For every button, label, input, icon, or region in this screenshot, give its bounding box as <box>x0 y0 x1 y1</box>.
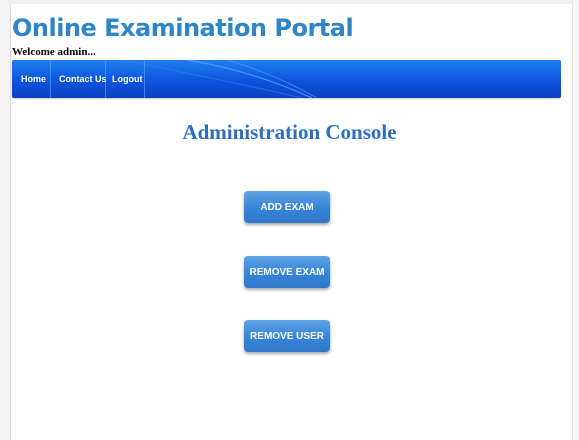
nav-bar: Home Contact Us Logout <box>12 60 561 98</box>
nav-divider <box>50 60 51 98</box>
welcome-message: Welcome admin... <box>12 46 96 58</box>
nav-home[interactable]: Home <box>21 60 46 98</box>
nav-logout[interactable]: Logout <box>112 60 143 98</box>
nav-divider <box>144 60 145 98</box>
add-exam-button[interactable]: ADD EXAM <box>244 191 330 223</box>
window-left-edge <box>0 0 11 440</box>
site-title: Online Examination Portal <box>12 14 354 42</box>
window-top-edge <box>10 0 573 4</box>
remove-exam-button[interactable]: REMOVE EXAM <box>244 256 330 288</box>
remove-user-button[interactable]: REMOVE USER <box>244 320 330 352</box>
window-right-edge <box>572 0 579 440</box>
nav-divider <box>105 60 106 98</box>
page-heading: Administration Console <box>182 120 397 144</box>
nav-contact-us[interactable]: Contact Us <box>59 60 107 98</box>
